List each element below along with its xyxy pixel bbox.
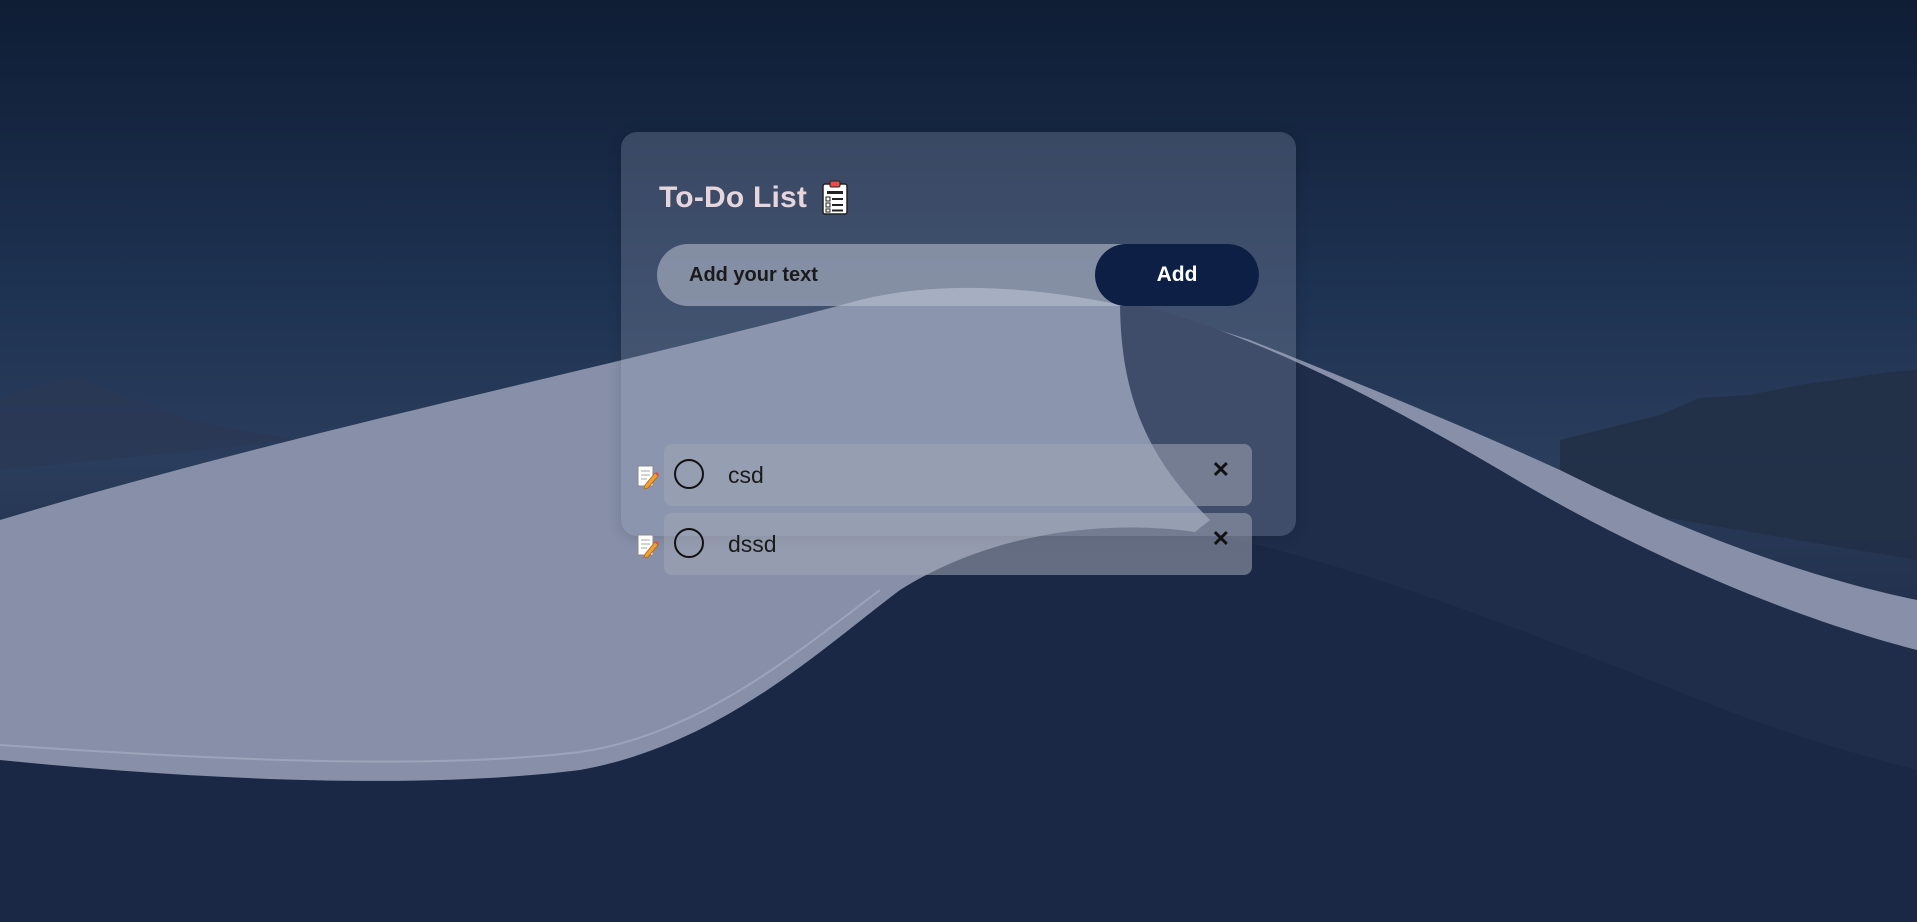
input-row: Add (657, 244, 1259, 306)
todo-item: dssd ✕ (664, 513, 1252, 575)
todo-item-text: dssd (728, 531, 777, 557)
edit-icon[interactable] (637, 534, 659, 559)
edit-icon[interactable] (637, 465, 659, 490)
todo-checkbox[interactable] (674, 528, 704, 558)
todo-checkbox[interactable] (674, 459, 704, 489)
title-row: To-Do List (659, 180, 849, 216)
delete-icon[interactable]: ✕ (1212, 527, 1230, 551)
todo-item-text: csd (728, 462, 764, 488)
todo-clipboard-icon (821, 180, 849, 216)
add-button[interactable]: Add (1095, 244, 1259, 306)
todo-item: csd ✕ (664, 444, 1252, 506)
delete-icon[interactable]: ✕ (1212, 458, 1230, 482)
todo-card: To-Do List Add your text Add csd ✕ dssd … (621, 132, 1296, 575)
page-title: To-Do List (659, 181, 808, 214)
